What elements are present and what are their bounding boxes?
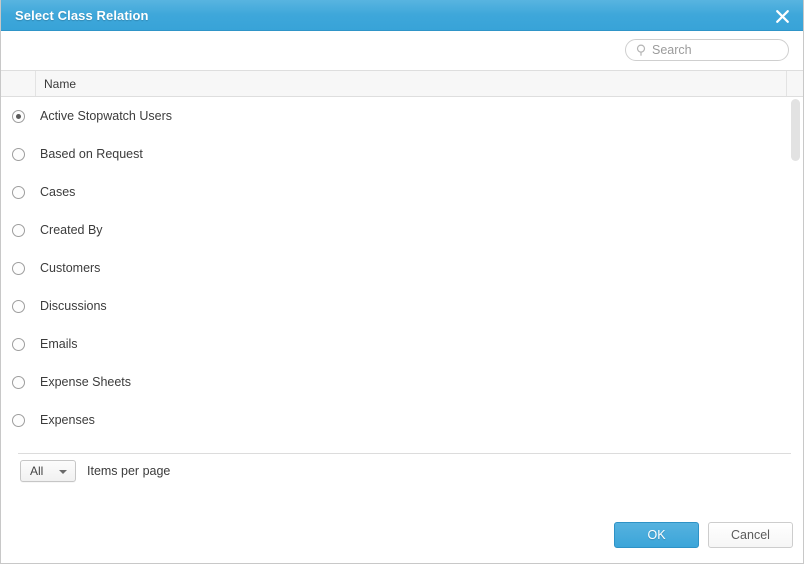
radio-button[interactable]: [12, 147, 25, 161]
table-row[interactable]: Based on Request: [1, 135, 803, 173]
radio-button[interactable]: [12, 109, 25, 123]
row-label: Created By: [40, 223, 103, 237]
grid-header-row: Name: [1, 71, 803, 97]
grid-header-select-cell: [1, 71, 36, 96]
table-row[interactable]: Created By: [1, 211, 803, 249]
row-label: Expenses: [40, 413, 95, 427]
row-select-cell[interactable]: [1, 109, 36, 123]
row-label: Customers: [40, 261, 101, 275]
relations-grid: Name Active Stopwatch Users Based on Requ…: [1, 70, 803, 453]
radio-button[interactable]: [12, 261, 25, 275]
search-row: [1, 31, 803, 70]
row-label: Cases: [40, 185, 76, 199]
search-input[interactable]: [652, 41, 780, 59]
select-class-relation-dialog: Select Class Relation Name: [0, 0, 804, 564]
search-box[interactable]: [625, 39, 789, 61]
pager-controls: All Items per page: [20, 460, 170, 482]
pager-bar: All Items per page: [1, 453, 803, 505]
row-select-cell[interactable]: [1, 375, 36, 389]
chevron-down-icon: [59, 470, 67, 474]
table-row[interactable]: Expense Sheets: [1, 363, 803, 401]
dialog-titlebar: Select Class Relation: [1, 0, 803, 31]
row-select-cell[interactable]: [1, 147, 36, 161]
radio-button[interactable]: [12, 413, 25, 427]
relations-list: Active Stopwatch Users Based on Request Ca…: [1, 97, 803, 439]
radio-button[interactable]: [12, 337, 25, 351]
table-row[interactable]: Customers: [1, 249, 803, 287]
dialog-footer: OK Cancel: [1, 505, 803, 563]
radio-button[interactable]: [12, 185, 25, 199]
grid-header-name-cell[interactable]: Name: [36, 71, 787, 96]
row-label: Expense Sheets: [40, 375, 132, 389]
row-label: Active Stopwatch Users: [40, 109, 172, 123]
search-icon: [632, 44, 652, 56]
items-per-page-label: Items per page: [87, 464, 171, 478]
table-row[interactable]: Cases: [1, 173, 803, 211]
row-select-cell[interactable]: [1, 185, 36, 199]
row-label: Emails: [40, 337, 78, 351]
row-select-cell[interactable]: [1, 337, 36, 351]
pager-divider: [18, 453, 791, 454]
column-header-name: Name: [44, 76, 77, 91]
table-row[interactable]: Expenses: [1, 401, 803, 439]
table-row[interactable]: Discussions: [1, 287, 803, 325]
row-select-cell[interactable]: [1, 299, 36, 313]
vertical-scrollbar-thumb[interactable]: [791, 99, 800, 161]
row-label: Based on Request: [40, 147, 143, 161]
items-per-page-select[interactable]: All: [20, 460, 76, 482]
dialog-title: Select Class Relation: [15, 7, 149, 23]
grid-header-spacer: [787, 71, 803, 96]
radio-button[interactable]: [12, 223, 25, 237]
radio-button[interactable]: [12, 299, 25, 313]
row-select-cell[interactable]: [1, 413, 36, 427]
table-row[interactable]: Emails: [1, 325, 803, 363]
grid-body: Active Stopwatch Users Based on Request Ca…: [1, 97, 803, 453]
table-row[interactable]: Active Stopwatch Users: [1, 97, 803, 135]
items-per-page-value: All: [30, 464, 44, 478]
row-label: Discussions: [40, 299, 107, 313]
ok-button[interactable]: OK: [614, 522, 699, 548]
cancel-button[interactable]: Cancel: [708, 522, 793, 548]
row-select-cell[interactable]: [1, 261, 36, 275]
radio-button[interactable]: [12, 375, 25, 389]
row-select-cell[interactable]: [1, 223, 36, 237]
close-icon[interactable]: [769, 3, 795, 29]
